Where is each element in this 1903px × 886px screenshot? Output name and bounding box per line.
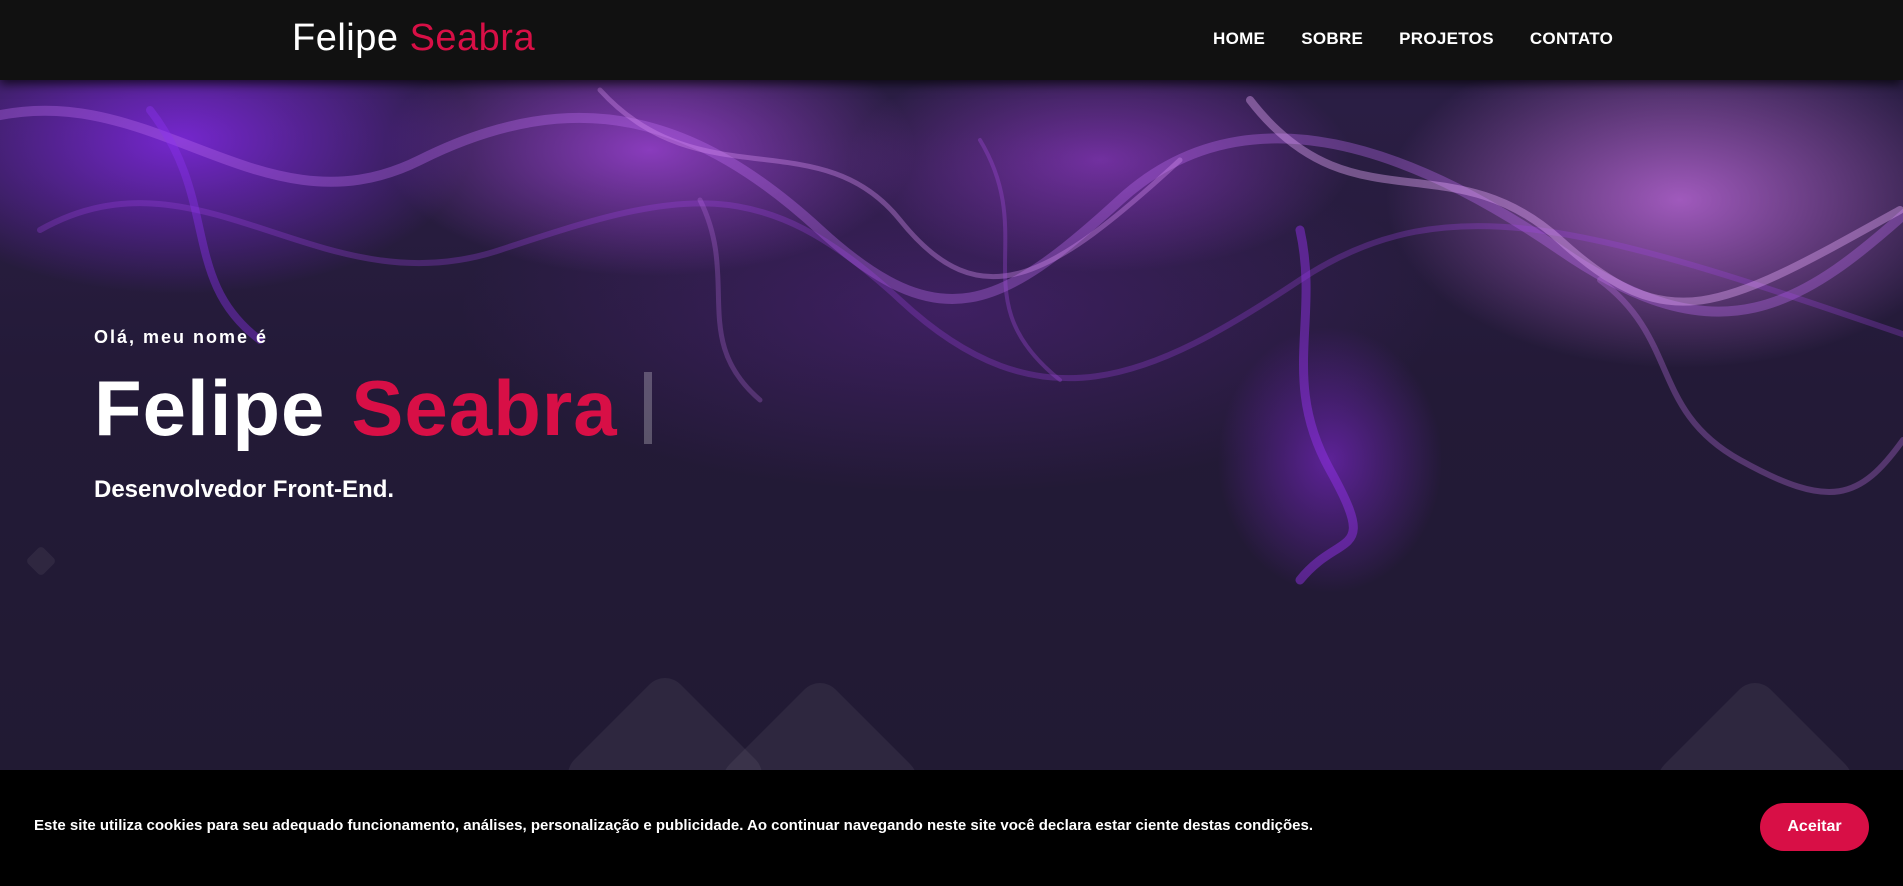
typing-cursor [643,372,652,444]
logo-last-name: Seabra [409,17,536,59]
cookie-message: Este site utiliza cookies para seu adequ… [34,817,1314,834]
hero-role: Desenvolvedor Front-End. [94,476,395,503]
hero-content: Olá, meu nome é Felipe Seabra Desenvolve… [94,325,652,505]
hero-greeting: Olá, meu nome é [94,327,269,347]
site-logo[interactable]: Felipe Seabra [292,14,535,62]
hero-name: Felipe Seabra [94,363,652,453]
navbar: Felipe Seabra HOME SOBRE PROJETOS CONTAT… [0,0,1903,80]
logo-first-name: Felipe [292,17,399,59]
nav-link-projetos[interactable]: PROJETOS [1399,27,1494,51]
accept-cookies-button[interactable]: Aceitar [1760,803,1869,851]
hero-last-name: Seabra [351,364,618,452]
nav-link-contato[interactable]: CONTATO [1530,27,1613,51]
hero-first-name: Felipe [94,364,326,452]
main-nav: HOME SOBRE PROJETOS CONTATO [1213,27,1613,51]
hero-section: Olá, meu nome é Felipe Seabra Desenvolve… [0,80,1903,770]
nav-link-sobre[interactable]: SOBRE [1301,27,1363,51]
cookie-banner: Este site utiliza cookies para seu adequ… [0,770,1903,886]
nav-link-home[interactable]: HOME [1213,27,1265,51]
